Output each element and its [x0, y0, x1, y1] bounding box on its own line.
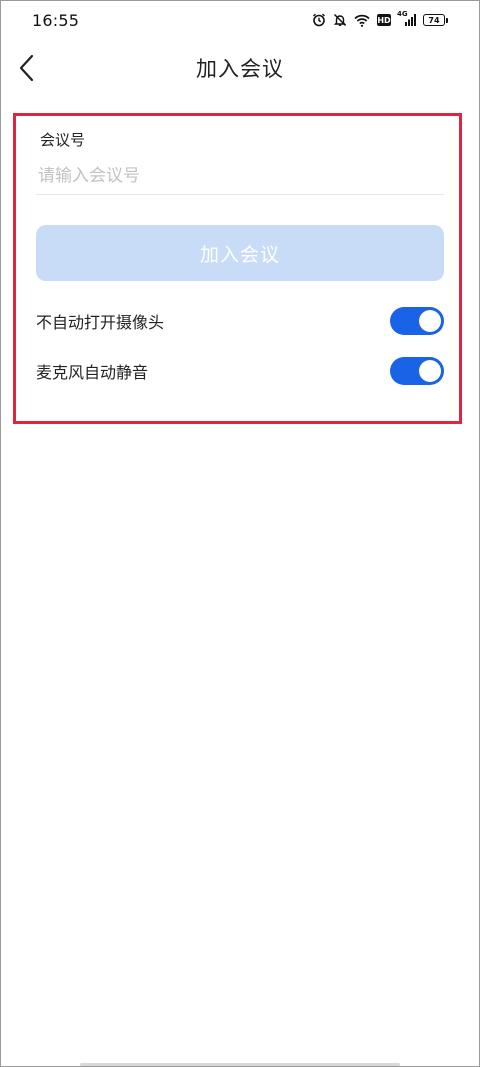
- status-icons: HD 4G 74: [312, 10, 448, 27]
- status-time: 16:55: [32, 10, 80, 30]
- meeting-id-label: 会议号: [40, 131, 86, 149]
- alarm-icon: [312, 13, 326, 27]
- back-button[interactable]: [14, 52, 38, 84]
- toggle-knob: [419, 310, 441, 332]
- option-camera-row: 不自动打开摄像头: [36, 306, 444, 336]
- mic-mute-toggle[interactable]: [390, 357, 444, 385]
- camera-toggle[interactable]: [390, 307, 444, 335]
- option-camera-label: 不自动打开摄像头: [36, 313, 165, 332]
- mute-bell-icon: [333, 13, 347, 27]
- input-divider: [36, 194, 444, 195]
- hd-icon: HD: [377, 14, 391, 26]
- toggle-knob: [419, 360, 441, 382]
- header: 加入会议: [0, 44, 480, 92]
- page-title: 加入会议: [196, 57, 284, 81]
- network-type: 4G: [397, 10, 408, 18]
- option-mic-row: 麦克风自动静音: [36, 356, 444, 386]
- navigation-gesture-bar[interactable]: [80, 1063, 400, 1066]
- meeting-id-input[interactable]: [38, 160, 444, 192]
- option-mic-label: 麦克风自动静音: [36, 363, 149, 382]
- chevron-left-icon: [19, 54, 34, 82]
- wifi-icon: [354, 14, 370, 27]
- battery-level: 74: [423, 14, 445, 26]
- status-bar: 16:55 HD 4G 74: [0, 0, 480, 40]
- signal-icon: 4G: [397, 10, 416, 27]
- join-meeting-button[interactable]: 加入会议: [36, 225, 444, 281]
- battery-icon: 74: [423, 14, 448, 26]
